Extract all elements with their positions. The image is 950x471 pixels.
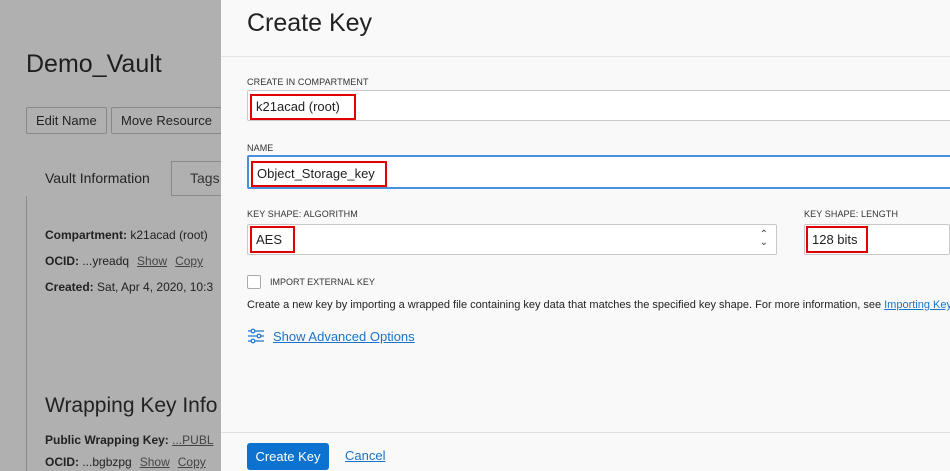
ocid2-value: ...bgbzpg (82, 455, 132, 469)
algorithm-select[interactable]: AES ⌃ ⌄ (247, 224, 777, 255)
tab-vault-information[interactable]: Vault Information (26, 161, 172, 196)
name-value: Object_Storage_key (251, 161, 387, 187)
compartment-row: Compartment: k21acad (root) (45, 228, 208, 242)
wrapping-key-heading: Wrapping Key Info (45, 394, 218, 417)
background-vault-page: Demo_Vault Edit Name Move Resource Vault… (0, 0, 221, 471)
create-key-panel: Create Key CREATE IN COMPARTMENT k21acad… (221, 0, 950, 471)
panel-title: Create Key (221, 0, 950, 57)
footer-divider (221, 432, 950, 433)
copy-ocid-link[interactable]: Copy (175, 254, 203, 268)
name-label: NAME (247, 143, 274, 153)
copy-ocid2-link[interactable]: Copy (178, 455, 206, 469)
ocid-row: OCID: ...yreadq Show Copy (45, 254, 203, 268)
compartment-label: CREATE IN COMPARTMENT (247, 77, 369, 87)
show-advanced-options-link[interactable]: Show Advanced Options (247, 328, 415, 344)
name-input[interactable]: Object_Storage_key (247, 155, 950, 189)
compartment-value: k21acad (root) (250, 94, 356, 120)
import-external-key-label: IMPORT EXTERNAL KEY (270, 277, 375, 287)
compartment-select[interactable]: k21acad (root) (247, 90, 950, 121)
ocid2-label: OCID: (45, 455, 79, 469)
importing-keys-link[interactable]: Importing Keys (884, 299, 950, 311)
cancel-link[interactable]: Cancel (345, 448, 385, 464)
help-text: Create a new key by importing a wrapped … (247, 299, 885, 311)
import-external-key-checkbox[interactable] (247, 275, 261, 289)
show-ocid-link[interactable]: Show (137, 254, 167, 268)
created-row: Created: Sat, Apr 4, 2020, 10:3 (45, 280, 213, 294)
compartment-value: k21acad (root) (130, 228, 208, 242)
tab-tags[interactable]: Tags (190, 161, 220, 196)
advanced-options-label: Show Advanced Options (273, 329, 415, 344)
chevron-updown-icon: ⌃ ⌄ (759, 229, 768, 248)
ocid-label: OCID: (45, 254, 79, 268)
algorithm-label: KEY SHAPE: ALGORITHM (247, 209, 358, 219)
move-resource-button[interactable]: Move Resource (111, 107, 221, 134)
create-key-button[interactable]: Create Key (247, 443, 329, 470)
length-value: 128 bits (806, 226, 868, 253)
length-select[interactable]: 128 bits (804, 224, 950, 255)
public-key-link[interactable]: ...PUBL (172, 433, 213, 447)
sliders-icon (247, 328, 265, 344)
ocid-value: ...yreadq (82, 254, 130, 268)
created-value: Sat, Apr 4, 2020, 10:3 (97, 280, 214, 294)
page-title: Demo_Vault (26, 50, 162, 78)
show-ocid2-link[interactable]: Show (140, 455, 170, 469)
import-help-text: Create a new key by importing a wrapped … (247, 299, 950, 311)
edit-name-button[interactable]: Edit Name (26, 107, 107, 134)
algorithm-value: AES (250, 226, 295, 253)
compartment-label: Compartment: (45, 228, 128, 242)
public-key-label: Public Wrapping Key: (45, 433, 169, 447)
tab-divider (172, 195, 221, 196)
created-label: Created: (45, 280, 94, 294)
length-label: KEY SHAPE: LENGTH (804, 209, 899, 219)
public-key-row: Public Wrapping Key: ...PUBL (45, 433, 214, 447)
tab-panel (26, 161, 221, 471)
ocid2-row: OCID: ...bgbzpg Show Copy (45, 455, 206, 469)
